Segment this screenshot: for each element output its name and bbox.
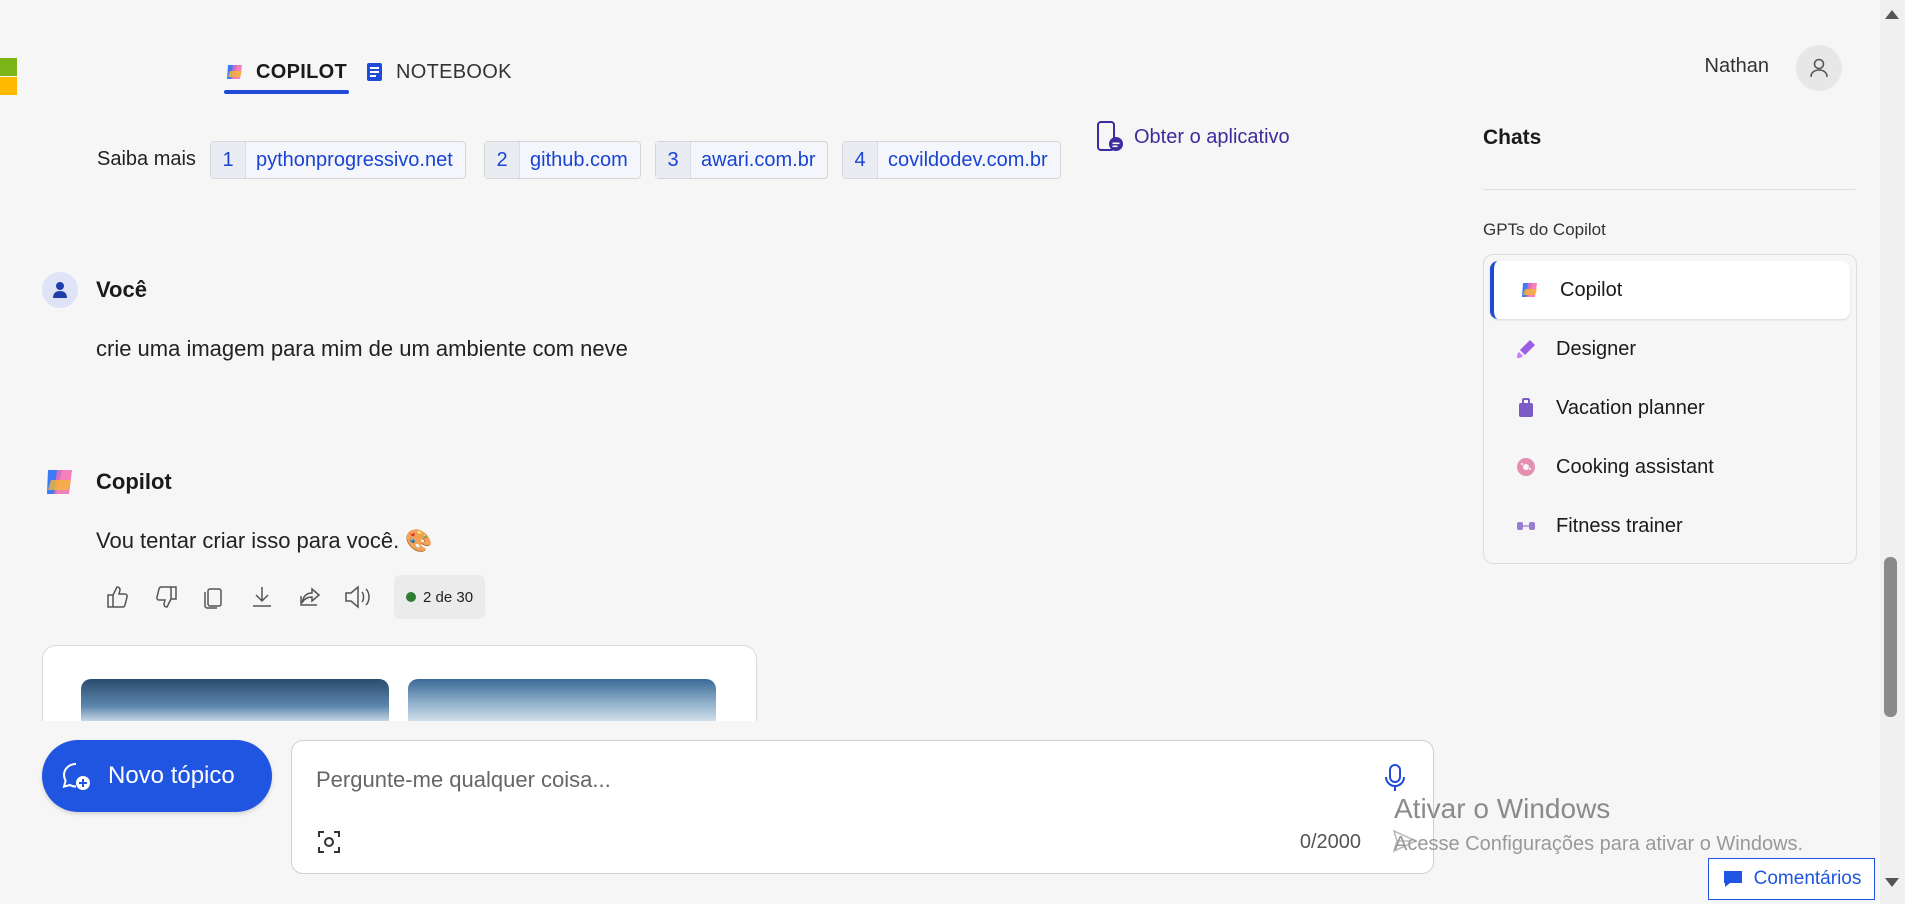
scrollbar-thumb[interactable] <box>1884 557 1897 717</box>
tab-copilot[interactable]: COPILOT <box>224 50 349 94</box>
generated-image-thumbnail[interactable] <box>408 679 716 721</box>
message-author: Copilot <box>96 469 172 494</box>
share-icon[interactable] <box>292 579 328 615</box>
copilot-icon <box>1518 278 1542 302</box>
copy-icon[interactable] <box>196 579 232 615</box>
source-site: covildodev.com.br <box>888 148 1048 171</box>
gpt-item-cooking-assistant[interactable]: Cooking assistant <box>1490 438 1846 496</box>
source-site: pythonprogressivo.net <box>256 148 453 171</box>
thumbs-up-icon[interactable] <box>100 579 136 615</box>
gpt-label: Vacation planner <box>1556 396 1705 419</box>
user-avatar-icon <box>42 272 78 308</box>
source-link[interactable]: 4 covildodev.com.br <box>842 141 1061 179</box>
windows-logo-green <box>0 58 17 76</box>
source-number: 1 <box>211 142 246 178</box>
chat-input[interactable] <box>314 761 1318 799</box>
activation-watermark-title: Ativar o Windows <box>1394 793 1611 824</box>
gpt-label: Copilot <box>1560 278 1623 301</box>
status-dot <box>406 592 416 602</box>
source-number: 2 <box>485 142 520 178</box>
gpt-item-copilot[interactable]: Copilot <box>1490 261 1850 319</box>
copilot-message-header: Copilot <box>42 464 172 500</box>
activation-watermark-subtitle: Acesse Configurações para ativar o Windo… <box>1394 833 1804 855</box>
user-name[interactable]: Nathan <box>1705 55 1770 78</box>
chats-title: Chats <box>1483 126 1542 149</box>
new-topic-label: Novo tópico <box>108 762 235 789</box>
source-site: awari.com.br <box>701 148 816 171</box>
generated-image-thumbnail[interactable] <box>81 679 389 721</box>
visual-search-icon[interactable] <box>316 829 342 860</box>
download-icon[interactable] <box>244 579 280 615</box>
copilot-icon <box>42 464 78 500</box>
gpt-list: Copilot Designer Vacation planner Cookin… <box>1483 254 1857 564</box>
message-author: Você <box>96 277 147 302</box>
copilot-icon <box>224 61 246 83</box>
get-app-link[interactable]: Obter o aplicativo <box>1096 120 1290 154</box>
chat-input-box: 0/2000 <box>291 740 1434 874</box>
source-link[interactable]: 2 github.com <box>484 141 641 179</box>
generated-images-card <box>42 645 757 721</box>
copilot-message-text: Vou tentar criar isso para você. 🎨 <box>96 528 433 553</box>
response-counter: 2 de 30 <box>394 575 486 619</box>
source-number: 3 <box>656 142 691 178</box>
scroll-down-arrow-icon[interactable] <box>1885 878 1899 887</box>
feedback-icon <box>1723 871 1742 887</box>
notebook-icon <box>364 61 386 83</box>
learn-more-label: Saiba mais <box>97 148 196 170</box>
gpt-label: Fitness trainer <box>1556 514 1683 537</box>
feedback-button[interactable]: Comentários <box>1708 858 1875 900</box>
tab-notebook[interactable]: NOTEBOOK <box>364 50 512 94</box>
dumbbell-icon <box>1514 514 1538 538</box>
suitcase-icon <box>1514 396 1538 420</box>
user-message-text: crie uma imagem para mim de um ambiente … <box>96 336 628 361</box>
get-app-label: Obter o aplicativo <box>1134 125 1290 148</box>
designer-icon <box>1514 337 1538 361</box>
gpts-title: GPTs do Copilot <box>1483 220 1606 239</box>
read-aloud-icon[interactable] <box>340 579 376 615</box>
tab-label: COPILOT <box>256 60 347 83</box>
source-site: github.com <box>530 148 628 171</box>
gpt-item-vacation-planner[interactable]: Vacation planner <box>1490 379 1846 437</box>
scroll-up-arrow-icon[interactable] <box>1885 10 1899 19</box>
windows-logo-yellow <box>0 77 17 95</box>
phone-chat-icon <box>1097 121 1123 151</box>
new-topic-button[interactable]: Novo tópico <box>42 740 272 812</box>
gpt-item-designer[interactable]: Designer <box>1490 320 1846 378</box>
source-number: 4 <box>843 142 878 178</box>
thumbs-down-icon[interactable] <box>148 579 184 615</box>
feedback-label: Comentários <box>1753 868 1862 889</box>
char-count: 0/2000 <box>1299 831 1361 853</box>
tab-label: NOTEBOOK <box>396 60 512 83</box>
gpt-label: Cooking assistant <box>1556 455 1714 478</box>
source-link[interactable]: 3 awari.com.br <box>655 141 829 179</box>
gpt-item-fitness-trainer[interactable]: Fitness trainer <box>1490 497 1846 555</box>
person-icon <box>1810 58 1828 78</box>
user-message-header: Você <box>42 272 147 308</box>
source-link[interactable]: 1 pythonprogressivo.net <box>210 141 466 179</box>
new-chat-icon <box>62 763 90 790</box>
avatar[interactable] <box>1796 45 1842 91</box>
scrollbar[interactable] <box>1880 0 1905 904</box>
divider <box>1483 189 1855 190</box>
message-actions: 2 de 30 <box>100 575 486 619</box>
donut-icon <box>1514 455 1538 479</box>
gpt-label: Designer <box>1556 337 1637 360</box>
counter-text: 2 de 30 <box>423 588 474 606</box>
